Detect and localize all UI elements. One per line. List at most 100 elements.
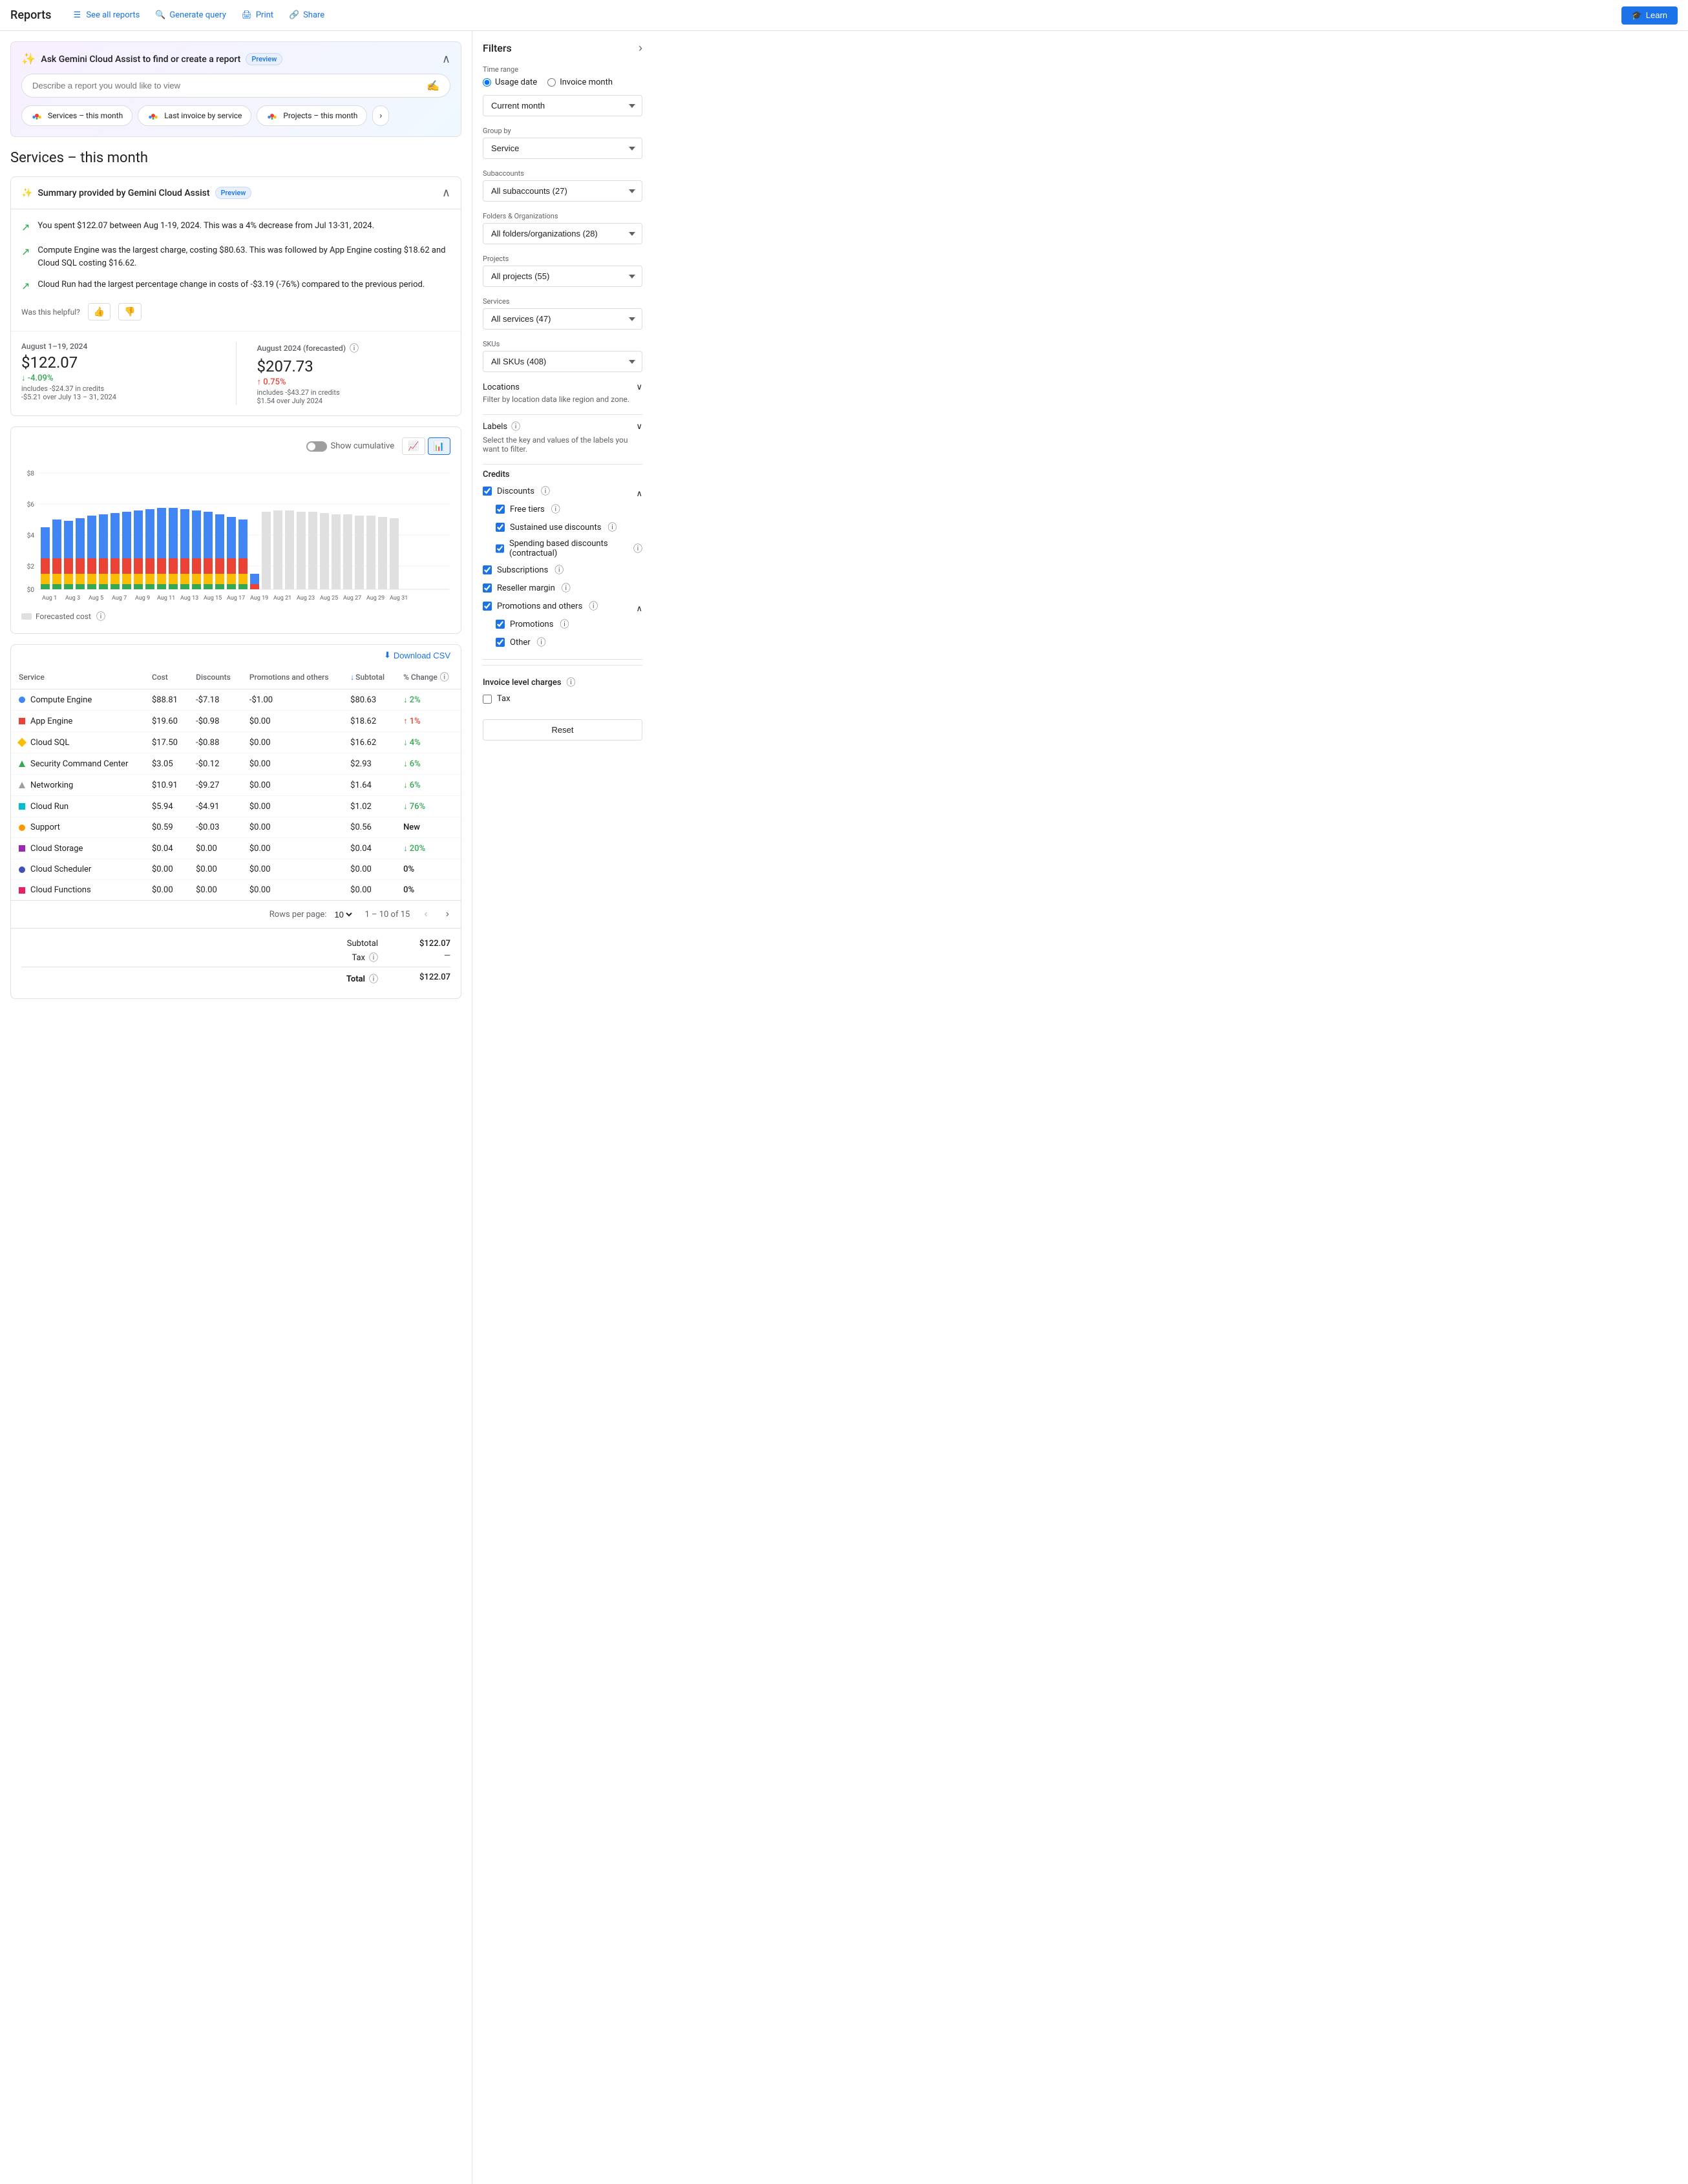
other-info-icon[interactable]: ⓘ (537, 636, 546, 649)
cell-change: ↓ 6% (396, 775, 461, 796)
promotions-info-icon[interactable]: ⓘ (560, 618, 569, 631)
cell-change: ↓ 6% (396, 753, 461, 775)
chips-next-button[interactable]: › (372, 105, 389, 126)
folders-select[interactable]: All folders/organizations (28) (483, 223, 642, 244)
promotions-checkbox[interactable]: Promotions ⓘ (496, 618, 642, 631)
labels-header[interactable]: Labels ⓘ ∨ (483, 420, 642, 433)
cell-service: Compute Engine (11, 689, 144, 711)
gemini-search-input[interactable] (32, 81, 427, 90)
discounts-checkbox[interactable]: Discounts ⓘ (483, 485, 550, 498)
svg-text:$0: $0 (27, 585, 35, 594)
next-page-button[interactable]: › (442, 907, 453, 921)
list-icon: ☰ (72, 10, 82, 21)
cell-subtotal: $0.04 (343, 838, 396, 859)
cell-subtotal: $16.62 (343, 732, 396, 753)
spending-based-checkbox[interactable]: Spending based discounts (contractual) ⓘ (496, 539, 642, 558)
promotions-collapse-icon[interactable]: ∧ (636, 604, 642, 614)
subscriptions-info-icon[interactable]: ⓘ (554, 563, 564, 576)
sustained-use-info-icon[interactable]: ⓘ (607, 521, 617, 534)
table-body: Compute Engine $88.81 -$7.18 -$1.00 $80.… (11, 689, 461, 901)
total-info-icon[interactable]: ⓘ (369, 972, 378, 985)
reset-filters-button[interactable]: Reset (483, 719, 642, 740)
promotions-others-info-icon[interactable]: ⓘ (589, 600, 598, 613)
reseller-margin-info-icon[interactable]: ⓘ (562, 582, 571, 594)
discounts-info-icon[interactable]: ⓘ (541, 485, 550, 498)
projects-select[interactable]: All projects (55) (483, 266, 642, 287)
skus-select[interactable]: All SKUs (408) (483, 351, 642, 372)
cell-promotions: $0.00 (242, 732, 343, 753)
svg-text:Aug 15: Aug 15 (204, 595, 222, 602)
search-icon: 🔍 (155, 10, 165, 21)
metrics-row: August 1–19, 2024 $122.07 ↓ -4.09% inclu… (11, 331, 461, 415)
cell-change: 0% (396, 880, 461, 901)
labels-info-icon[interactable]: ⓘ (511, 420, 520, 433)
share-link[interactable]: 🔗 Share (289, 10, 324, 21)
chip-last-invoice[interactable]: Last invoice by service (138, 105, 251, 126)
filters-collapse-button[interactable]: › (638, 41, 642, 55)
gemini-chips: Services – this month Last invoice by se… (21, 105, 450, 126)
subaccounts-select[interactable]: All subaccounts (27) (483, 180, 642, 202)
thumbs-up-button[interactable]: 👍 (88, 303, 111, 320)
print-link[interactable]: 🖨 Print (242, 10, 273, 21)
summary-collapse-button[interactable]: ∧ (442, 186, 450, 200)
group-by-select[interactable]: Service (483, 138, 642, 159)
cell-promotions: $0.00 (242, 880, 343, 901)
cell-cost: $10.91 (144, 775, 188, 796)
cell-discounts: -$0.12 (188, 753, 242, 775)
tax-info-icon[interactable]: ⓘ (369, 951, 378, 964)
filters-header: Filters › (483, 41, 642, 55)
download-csv-button[interactable]: ⬇ Download CSV (384, 650, 450, 660)
projects-section: Projects All projects (55) (483, 255, 642, 287)
chip-services[interactable]: Services – this month (21, 105, 132, 126)
usage-date-radio[interactable]: Usage date (483, 78, 537, 87)
share-icon: 🔗 (289, 10, 299, 21)
forecast-info-icon[interactable]: ⓘ (350, 342, 359, 355)
line-chart-button[interactable]: 📈 (402, 437, 425, 455)
metric-block-actual: August 1–19, 2024 $122.07 ↓ -4.09% inclu… (21, 342, 215, 405)
svg-text:Aug 31: Aug 31 (390, 595, 408, 602)
free-tiers-info-icon[interactable]: ⓘ (551, 503, 560, 516)
gemini-sparkle-icon: ✨ (21, 52, 36, 66)
free-tiers-checkbox[interactable]: Free tiers ⓘ (496, 503, 642, 516)
col-subtotal: ↓ Subtotal (343, 666, 396, 689)
cell-service: Security Command Center (11, 753, 144, 775)
other-checkbox[interactable]: Other ⓘ (496, 636, 642, 649)
rows-per-page-select[interactable]: 10 25 50 (332, 909, 354, 920)
change-col-info-icon[interactable]: ⓘ (440, 671, 449, 684)
tax-filter-checkbox[interactable]: Tax (483, 694, 642, 704)
subtotal-sort-icon: ↓ (350, 673, 354, 682)
forecast-legend-info-icon[interactable]: ⓘ (96, 610, 105, 623)
thumbs-down-button[interactable]: 👎 (118, 303, 141, 320)
toggle-switch[interactable] (306, 441, 327, 452)
gemini-collapse-button[interactable]: ∧ (442, 52, 450, 66)
reseller-margin-checkbox[interactable]: Reseller margin ⓘ (483, 582, 642, 594)
generate-query-link[interactable]: 🔍 Generate query (155, 10, 226, 21)
table-header-row: Service Cost Discounts Promotions and ot… (11, 666, 461, 689)
spending-based-info-icon[interactable]: ⓘ (633, 542, 642, 555)
filters-panel: Filters › Time range Usage date Invoice … (472, 31, 653, 2184)
summary-item-1: ↗ You spent $122.07 between Aug 1-19, 20… (21, 220, 450, 235)
cell-service: Support (11, 817, 144, 838)
bar-chart-button[interactable]: 📊 (428, 437, 450, 455)
see-all-reports-link[interactable]: ☰ See all reports (72, 10, 140, 21)
show-cumulative-toggle[interactable]: Show cumulative (306, 441, 395, 452)
services-select[interactable]: All services (47) (483, 308, 642, 330)
table-row: Support $0.59 -$0.03 $0.00 $0.56 New (11, 817, 461, 838)
locations-header[interactable]: Locations ∨ (483, 383, 642, 392)
learn-button[interactable]: 🎓 Learn (1621, 6, 1678, 25)
cell-service: Networking (11, 775, 144, 796)
svg-text:Aug 23: Aug 23 (297, 595, 315, 602)
trend-up-icon-1: ↗ (21, 220, 30, 235)
pagination-row: Rows per page: 10 25 50 1 – 10 of 15 ‹ › (11, 900, 461, 928)
invoice-month-radio[interactable]: Invoice month (547, 78, 613, 87)
bar-chart-svg: $8 $6 $4 $2 $0 (21, 463, 450, 605)
prev-page-button[interactable]: ‹ (420, 907, 431, 921)
period-select[interactable]: Current month (483, 95, 642, 116)
subscriptions-checkbox[interactable]: Subscriptions ⓘ (483, 563, 642, 576)
chip-projects[interactable]: Projects – this month (257, 105, 367, 126)
discounts-collapse-icon[interactable]: ∧ (636, 489, 642, 499)
discounts-checkbox-input[interactable] (483, 487, 492, 496)
sustained-use-checkbox[interactable]: Sustained use discounts ⓘ (496, 521, 642, 534)
invoice-info-icon[interactable]: ⓘ (567, 676, 576, 689)
promotions-others-checkbox[interactable]: Promotions and others ⓘ (483, 600, 598, 613)
